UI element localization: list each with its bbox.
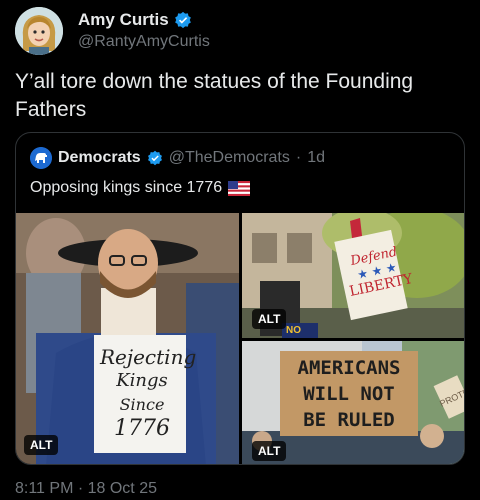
tweet-timestamp[interactable]: 8:11 PM · 18 Oct 25 <box>15 480 157 498</box>
tweet-text: Y’all tore down the statues of the Found… <box>15 70 414 121</box>
alt-badge[interactable]: ALT <box>24 435 59 455</box>
verified-badge-icon <box>147 150 162 166</box>
sign-americans-will-not-be-ruled: AMERICANS WILL NOT BE RULED <box>297 357 401 431</box>
author-handle[interactable]: @RantyAmyCurtis <box>78 33 210 51</box>
author-avatar[interactable] <box>15 7 63 55</box>
quoted-handle[interactable]: @TheDemocrats <box>169 149 290 167</box>
photo-americans-will-not-be-ruled[interactable]: AMERICANS WILL NOT BE RULED PROTESTS ALT <box>242 341 464 464</box>
alt-badge[interactable]: ALT <box>252 441 287 461</box>
quoted-tweet-card[interactable]: Democrats @TheDemocrats · 1d Opposing ki… <box>15 132 465 465</box>
separator-dot: · <box>295 149 302 166</box>
quoted-name[interactable]: Democrats <box>58 149 141 167</box>
photo-defend-liberty[interactable]: Defend ★ ★ ★ LIBERTY NO ALT <box>242 213 464 338</box>
author-name[interactable]: Amy Curtis <box>78 10 169 30</box>
verified-badge-icon <box>174 11 191 29</box>
quoted-avatar[interactable] <box>30 147 52 169</box>
sign-rejecting-kings: Rejecting Kings Since 1776 <box>100 345 197 441</box>
small-sign: NO <box>286 325 301 336</box>
photo-protester-tricorn[interactable]: Rejecting Kings Since 1776 ALT <box>16 213 239 464</box>
quoted-time[interactable]: 1d <box>307 149 325 167</box>
media-grid: Rejecting Kings Since 1776 ALT Defend ★ … <box>16 213 464 464</box>
us-flag-icon <box>228 180 251 196</box>
quoted-text: Opposing kings since 1776 <box>30 179 223 196</box>
alt-badge[interactable]: ALT <box>252 309 287 329</box>
